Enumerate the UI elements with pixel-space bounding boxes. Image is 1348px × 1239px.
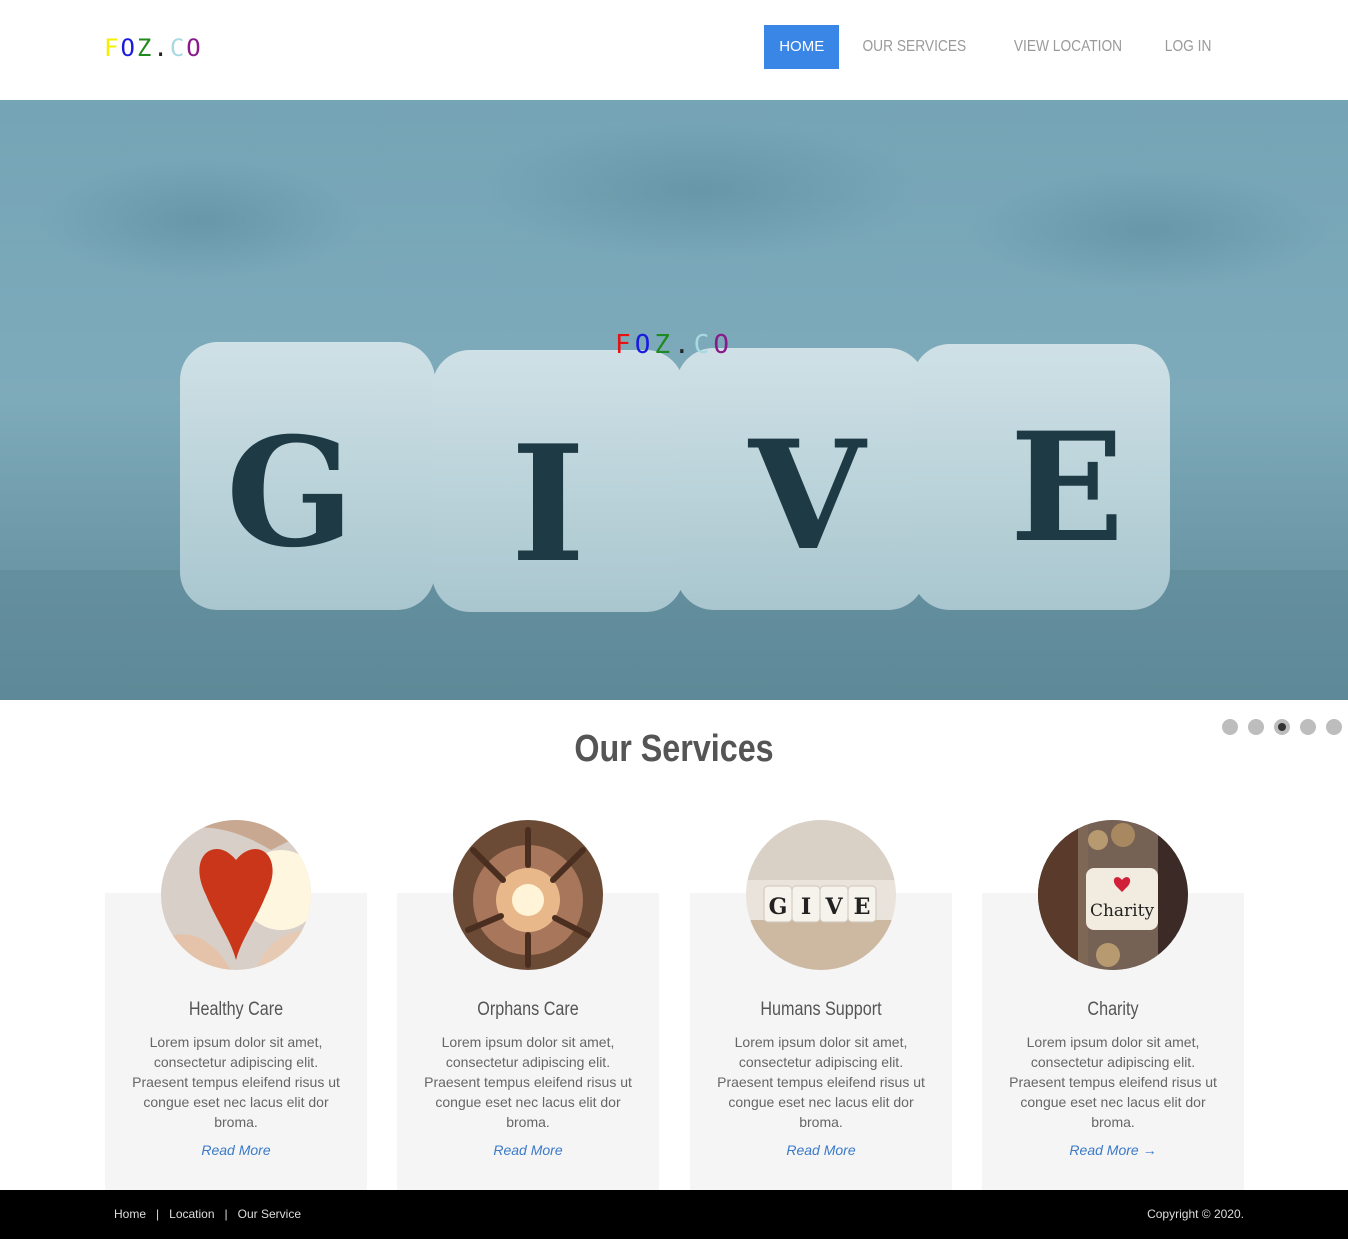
site-footer: Home | Location | Our Service Copyright © 20… <box>0 1190 1348 1239</box>
charity-jar-image: Charity <box>1038 820 1188 970</box>
nav-view-location[interactable]: VIEW LOCATION <box>1001 25 1135 69</box>
site-logo[interactable]: FOZ.CO <box>104 33 203 63</box>
service-card: Orphans Care Lorem ipsum dolor sit amet,… <box>397 820 659 1190</box>
service-title: Healthy Care <box>188 999 284 1020</box>
hero-logo: FOZ.CO <box>0 328 1348 362</box>
service-description: Lorem ipsum dolor sit amet, consectetur … <box>132 1034 340 1130</box>
read-more-link[interactable]: Read More → <box>982 1142 1244 1158</box>
nav-log-in[interactable]: LOG IN <box>1152 25 1224 69</box>
die-letter: I <box>511 410 586 598</box>
logo-letter: F <box>104 34 121 62</box>
hero-logo-letter: F <box>615 330 635 360</box>
mini-die-letter: I <box>801 894 811 920</box>
logo-letter: C <box>169 34 187 62</box>
logo-letter: . <box>153 34 170 62</box>
give-dice-image: G I V E <box>746 820 896 970</box>
footer-link-home[interactable]: Home <box>114 1207 146 1221</box>
read-more-link[interactable]: Read More <box>105 1142 367 1158</box>
hero-logo-letter: C <box>693 330 714 360</box>
hero-logo-letter: O <box>634 330 655 360</box>
hero-slider: G I V E FOZ.CO <box>0 100 1348 700</box>
carousel-dot-2[interactable] <box>1248 719 1264 735</box>
read-more-link[interactable]: Read More <box>397 1142 659 1158</box>
service-description: Lorem ipsum dolor sit amet, consectetur … <box>424 1034 632 1130</box>
die-letter: V <box>748 408 868 584</box>
carousel-dot-3[interactable] <box>1274 719 1290 735</box>
nav-home[interactable]: HOME <box>764 25 840 69</box>
hero-logo-letter: O <box>713 330 733 360</box>
mini-die-letter: G <box>769 894 788 920</box>
footer-link-our-service[interactable]: Our Service <box>238 1207 301 1221</box>
die-letter: E <box>1010 400 1124 576</box>
logo-letter: O <box>186 34 203 62</box>
logo-letter: O <box>120 34 137 62</box>
footer-link-location[interactable]: Location <box>169 1207 214 1221</box>
die-letter: G <box>226 405 354 581</box>
site-header: FOZ.CO HOME OUR SERVICES VIEW LOCATION L… <box>0 0 1348 100</box>
service-title: Charity <box>1087 999 1139 1020</box>
service-card: Healthy Care Lorem ipsum dolor sit amet,… <box>105 820 367 1190</box>
mini-die-letter: E <box>854 894 871 920</box>
service-description: Lorem ipsum dolor sit amet, consectetur … <box>717 1034 925 1130</box>
service-card: G I V E Humans Support Lorem ipsum dolor… <box>690 820 952 1190</box>
footer-separator: | <box>156 1207 160 1221</box>
jar-label: Charity <box>1090 901 1154 921</box>
hero-logo-letter: . <box>674 330 694 360</box>
hero-logo-letter: Z <box>654 330 674 360</box>
hands-light-image <box>453 820 603 970</box>
footer-separator: | <box>224 1207 228 1221</box>
hero-image: G I V E <box>0 100 1348 700</box>
service-description: Lorem ipsum dolor sit amet, consectetur … <box>1009 1034 1217 1130</box>
copyright-text: Copyright © 2020. <box>1147 1207 1244 1221</box>
read-more-link[interactable]: Read More <box>690 1142 952 1158</box>
heart-hands-image <box>161 820 311 970</box>
carousel-dot-4[interactable] <box>1300 719 1316 735</box>
footer-nav: Home | Location | Our Service <box>114 1207 301 1221</box>
nav-our-services[interactable]: OUR SERVICES <box>850 25 980 69</box>
mini-die-letter: V <box>824 894 843 920</box>
service-card: Charity Charity Lorem ipsum dolor sit am… <box>982 820 1244 1190</box>
service-title: Orphans Care <box>477 999 579 1020</box>
main-nav: HOME OUR SERVICES VIEW LOCATION LOG IN <box>764 25 1230 69</box>
services-heading: Our Services <box>574 728 774 770</box>
carousel-dot-5[interactable] <box>1326 719 1342 735</box>
logo-letter: Z <box>136 34 154 62</box>
service-title: Humans Support <box>760 999 882 1020</box>
